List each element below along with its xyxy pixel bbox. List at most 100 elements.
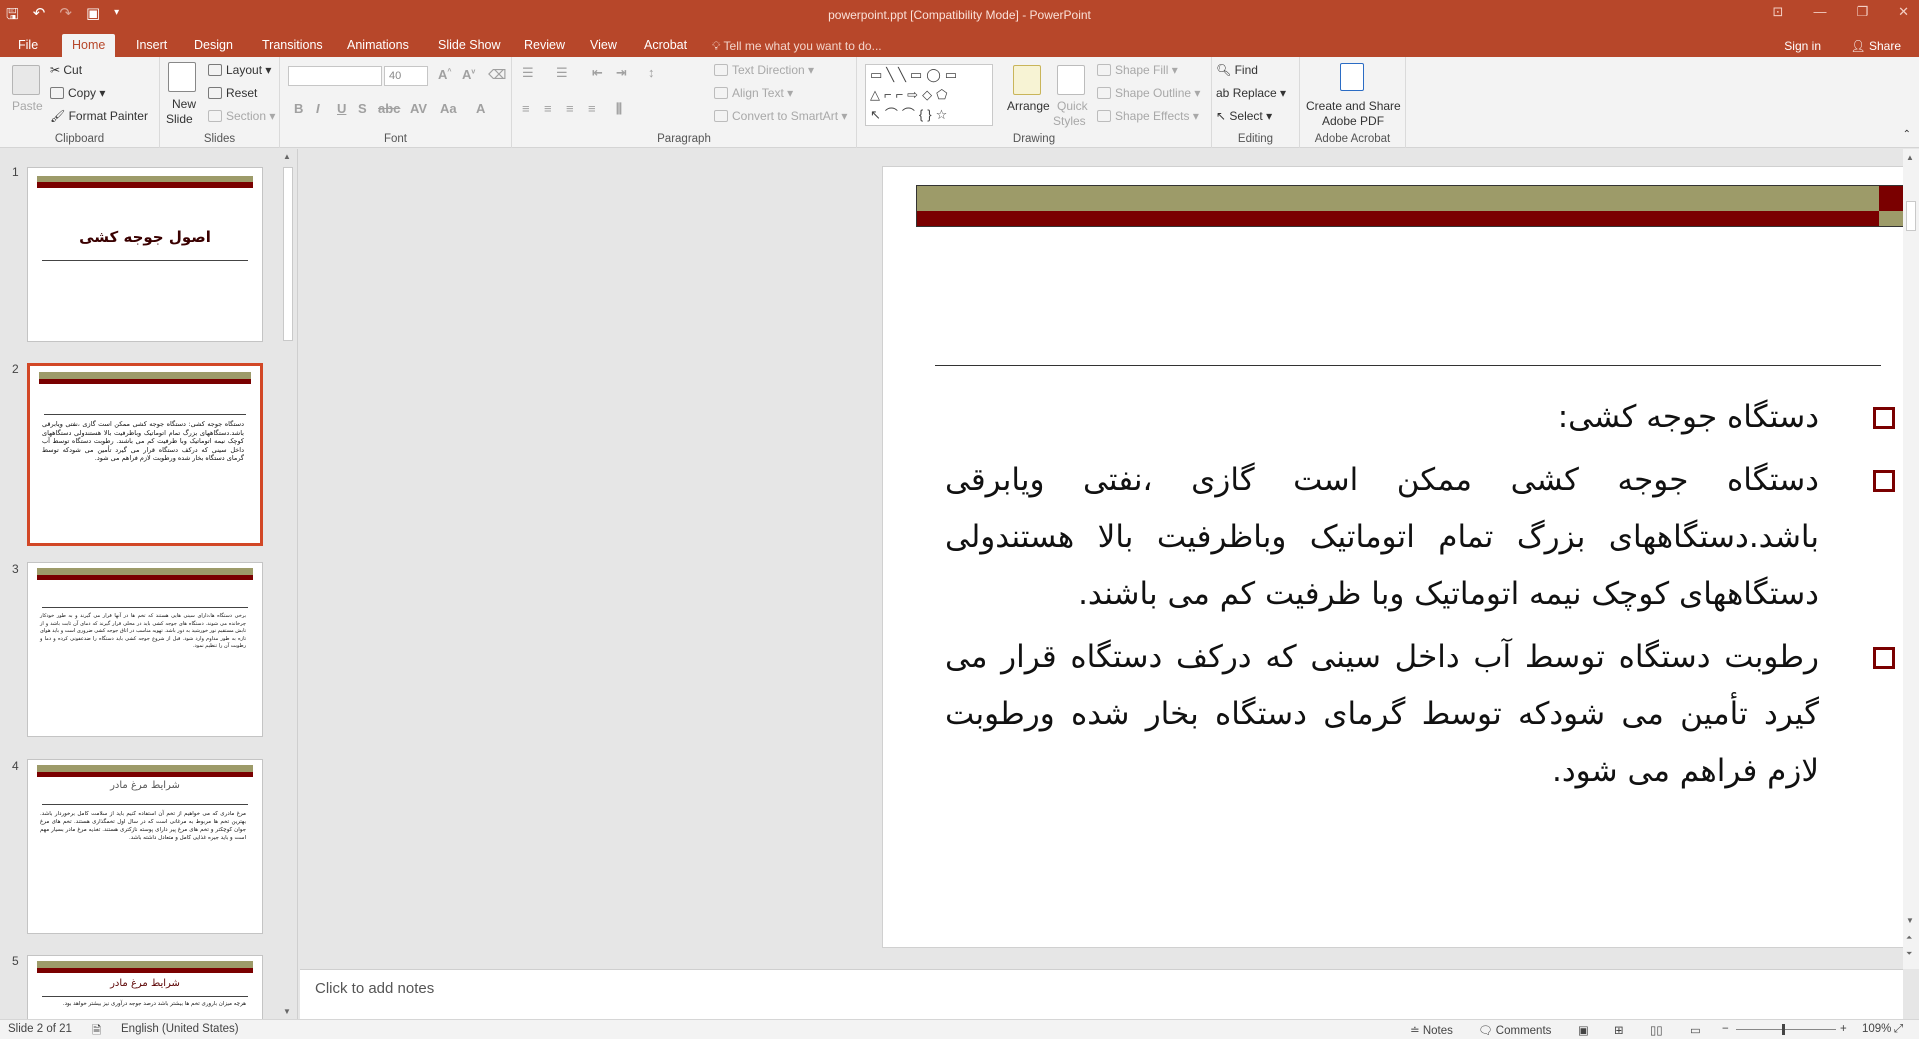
tab-transitions[interactable]: Transitions [252,34,333,57]
sign-in-link[interactable]: Sign in [1784,39,1821,53]
spelling-check-icon[interactable]: 🗎︎ [92,1023,101,1039]
pdf-icon[interactable] [1340,63,1364,91]
find-button[interactable]: 🔍︎ Find [1216,63,1258,77]
reset-button[interactable]: Reset [208,86,257,100]
arrange-button[interactable]: Arrange [1007,99,1050,113]
font-size-box[interactable]: 40 [384,66,428,86]
select-button[interactable]: ↖ Select ▾ [1216,109,1272,123]
bold-icon[interactable]: B [294,101,303,116]
scroll-up-arrow-icon[interactable]: ▲ [1906,153,1914,162]
reading-view-icon[interactable]: ▯▯ [1650,1023,1663,1037]
close-icon[interactable]: ✕ [1898,4,1909,20]
tab-home[interactable]: Home [62,34,116,57]
paste-icon[interactable] [12,65,40,95]
slide-sorter-icon[interactable]: ⊞ [1614,1023,1624,1037]
quick-styles-button-line2[interactable]: Styles [1053,114,1086,128]
current-slide[interactable]: دستگاه جوجه کشی: دستگاه جوجه کشی ممکن اس… [883,167,1919,947]
change-case-icon[interactable]: Aa [440,101,457,116]
align-text-button[interactable]: Align Text ▾ [714,86,793,100]
shape-fill-button[interactable]: Shape Fill ▾ [1097,63,1178,77]
notes-pane[interactable]: Click to add notes [300,969,1903,1019]
shape-effects-button[interactable]: Shape Effects ▾ [1097,109,1199,123]
slide-thumbnail-1[interactable]: اصول جوجه کشی [27,167,263,342]
tell-me-search[interactable]: 💡︎ Tell me what you want to do... [712,39,882,54]
tab-insert[interactable]: Insert [126,34,177,57]
fit-to-window-icon[interactable]: ⤢ [1894,1023,1903,1036]
replace-button[interactable]: ab Replace ▾ [1216,86,1286,100]
decrease-font-icon[interactable]: Av [462,67,475,82]
zoom-slider-handle[interactable] [1782,1024,1785,1035]
shadow-icon[interactable]: S [358,101,367,116]
text-direction-button[interactable]: Text Direction ▾ [714,63,814,77]
share-button[interactable]: 👤︎ Share [1850,39,1901,53]
slide-thumbnail-3[interactable]: برخی دستگاه ها،دارای سینی هایی هستند که … [27,562,263,737]
notes-toggle[interactable]: ≐ Notes [1410,1023,1453,1037]
new-slide-icon[interactable] [168,62,196,92]
increase-indent-icon[interactable]: ⇥ [616,65,627,81]
slide-thumbnail-2[interactable]: دستگاه جوجه کشی: دستگاه جوجه کشی ممکن اس… [27,363,263,546]
justify-icon[interactable]: ≡ [588,101,596,116]
align-right-icon[interactable]: ≡ [566,101,574,116]
tab-file[interactable]: File [8,34,48,57]
tab-view[interactable]: View [580,34,627,57]
ribbon-display-options-icon[interactable]: ⊡ [1773,4,1784,20]
zoom-level[interactable]: 109% [1862,1023,1891,1035]
collapse-ribbon-icon[interactable]: ⌃ [1903,129,1911,140]
align-left-icon[interactable]: ≡ [522,101,530,116]
columns-icon[interactable]: ⫼ [616,101,622,117]
paste-button[interactable]: Paste [12,99,43,113]
scroll-down-arrow-icon[interactable]: ▼ [283,1007,291,1016]
font-name-box[interactable] [288,66,382,86]
increase-font-icon[interactable]: A^ [438,67,451,82]
slide-body-textbox[interactable]: دستگاه جوجه کشی: دستگاه جوجه کشی ممکن اس… [945,389,1895,806]
slide-thumbnail-4[interactable]: شرایط مرغ مادر مرغ مادری که می خواهیم از… [27,759,263,934]
arrange-icon[interactable] [1013,65,1041,95]
normal-view-icon[interactable]: ▣ [1578,1023,1589,1037]
quick-styles-icon[interactable] [1057,65,1085,95]
cut-button[interactable]: ✂ Cut [50,63,82,77]
section-button[interactable]: Section ▾ [208,109,275,123]
new-slide-button-line1[interactable]: New [172,97,196,111]
layout-button[interactable]: Layout ▾ [208,63,271,77]
create-share-pdf-line2[interactable]: Adobe PDF [1322,114,1384,128]
clear-formatting-icon[interactable]: ⌫ [488,67,506,83]
numbering-icon[interactable]: ☰ [556,65,568,81]
new-slide-button-line2[interactable]: Slide [166,112,193,126]
create-share-pdf-line1[interactable]: Create and Share [1306,99,1401,113]
character-spacing-icon[interactable]: AV [410,101,427,116]
bullets-icon[interactable]: ☰ [522,65,534,81]
minimize-icon[interactable]: — [1813,4,1826,20]
line-spacing-icon[interactable]: ↕ [648,65,655,80]
slide-scrollbar[interactable]: ▲ ▼ ⏶ ⏷ [1903,149,1919,969]
tab-review[interactable]: Review [514,34,575,57]
tab-slide-show[interactable]: Slide Show [428,34,511,57]
previous-slide-icon[interactable]: ⏶ [1906,933,1912,943]
scroll-down-arrow-icon[interactable]: ▼ [1906,916,1914,925]
convert-smartart-button[interactable]: Convert to SmartArt ▾ [714,109,847,123]
underline-icon[interactable]: U [337,101,346,116]
comments-toggle[interactable]: 🗨︎ Comments [1478,1023,1551,1037]
shapes-gallery[interactable]: ▭╲╲▭◯▭ △⌐⌐⇨◇⬠ ↖⌒⌒{}☆ [865,64,993,126]
slide-thumbnail-5[interactable]: شرایط مرغ مادر هرچه میزان باروری تخم ها … [27,955,263,1019]
next-slide-icon[interactable]: ⏷ [1906,949,1912,959]
restore-icon[interactable]: ❐ [1856,4,1868,20]
scroll-up-arrow-icon[interactable]: ▲ [283,152,291,161]
tab-animations[interactable]: Animations [337,34,419,57]
zoom-out-icon[interactable]: − [1722,1023,1729,1035]
align-center-icon[interactable]: ≡ [544,101,552,116]
tab-design[interactable]: Design [184,34,243,57]
font-color-icon[interactable]: A [476,101,485,116]
italic-icon[interactable]: I [316,101,320,116]
language-indicator[interactable]: English (United States) [121,1023,239,1035]
decrease-indent-icon[interactable]: ⇤ [592,65,603,81]
thumbnail-scrollbar[interactable]: ▲ ▼ [280,149,296,1019]
copy-button[interactable]: Copy ▾ [50,86,105,100]
zoom-slider[interactable] [1736,1029,1836,1030]
quick-styles-button-line1[interactable]: Quick [1057,99,1088,113]
slide-show-icon[interactable]: ▭ [1690,1023,1701,1037]
thumbnail-scroll-thumb[interactable] [283,167,293,341]
zoom-in-icon[interactable]: + [1840,1023,1847,1035]
strikethrough-icon[interactable]: abc [378,101,400,116]
slide-scroll-thumb[interactable] [1906,201,1916,231]
format-painter-button[interactable]: 🖌︎ Format Painter [50,109,148,123]
